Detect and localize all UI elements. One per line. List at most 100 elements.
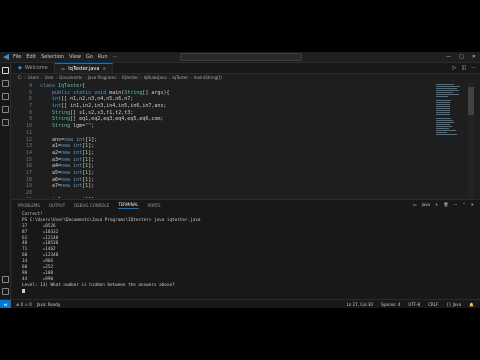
new-terminal-icon[interactable]: +	[435, 202, 438, 207]
breadcrumb: C: › Users › User › Documents › Java Programs › IQ…	[12, 74, 480, 82]
menu-go[interactable]: Go	[86, 54, 93, 60]
minimap-line	[436, 126, 452, 127]
panel-tab-terminal[interactable]: TERMINAL	[118, 202, 139, 209]
panel-tab-problems[interactable]: PROBLEMS	[18, 203, 40, 208]
terminal-output[interactable]: Correct! PS C:\Users\User\Documents\Java …	[12, 210, 480, 294]
source-control-icon[interactable]	[1, 93, 9, 100]
language-mode[interactable]: {} Java	[446, 302, 461, 307]
minimap-line	[436, 84, 454, 85]
code-line[interactable]: 17 a5=new int[1];	[12, 170, 440, 177]
minimize-icon[interactable]: —	[446, 54, 451, 60]
scrollbar-thumb[interactable]	[468, 87, 474, 115]
close-tab-icon[interactable]: ✕	[102, 66, 105, 71]
code-line[interactable]: 21 in1=new int[1];	[12, 197, 440, 198]
editor-scrollbar[interactable]	[468, 83, 474, 198]
code-line[interactable]: 18 a6=new int[1];	[12, 177, 440, 184]
minimap-line	[436, 96, 448, 97]
tab-iqtester-java[interactable]: ☕ IqTester.java ✕	[54, 63, 113, 73]
tab-welcome[interactable]: ◆ Welcome	[12, 63, 55, 73]
encoding[interactable]: UTF-8	[408, 302, 420, 307]
java-status[interactable]: Java: Ready	[37, 302, 61, 307]
code-line[interactable]: 14 a2=new int[1];	[12, 150, 440, 157]
breadcrumb-item[interactable]: C:	[18, 75, 22, 80]
breadcrumb-item[interactable]: IqTester	[172, 75, 188, 80]
java-icon: ☕	[60, 65, 66, 72]
code-editor[interactable]: 4 class IqTester{5 public static void mai…	[12, 83, 440, 198]
code-line[interactable]: 19 a7=new int[1];	[12, 183, 440, 190]
line-number: 15	[25, 156, 32, 163]
menu-selection[interactable]: Selection	[41, 54, 64, 60]
menu-more[interactable]: ···	[113, 54, 118, 60]
panel-tabs: PROBLEMS OUTPUT DEBUG CONSOLE TERMINAL P…	[12, 200, 480, 210]
close-panel-icon[interactable]: ✕	[471, 202, 474, 207]
breadcrumb-separator-icon: ›	[55, 75, 58, 80]
breadcrumb-item[interactable]: User	[45, 75, 54, 80]
cursor-position[interactable]: Ln 27, Col 30	[347, 302, 373, 307]
maximize-icon[interactable]: □	[459, 54, 464, 60]
menu-edit[interactable]: Edit	[26, 54, 36, 60]
run-icon[interactable]: ▷	[453, 65, 457, 71]
panel-tab-ports[interactable]: PORTS	[148, 203, 161, 208]
code-line[interactable]: 15 a3=new int[1];	[12, 157, 440, 164]
breadcrumb-item[interactable]: Users	[28, 75, 39, 80]
terminal-name[interactable]: java	[422, 202, 430, 207]
gear-icon[interactable]	[1, 288, 9, 295]
split-editor-icon[interactable]: ◫	[461, 65, 466, 71]
code-line[interactable]: 8 String[] s1,s2,s3,t1,t2,t3;	[12, 110, 440, 117]
line-number: 6	[28, 96, 32, 103]
breadcrumb-separator-icon: ›	[40, 75, 43, 80]
indentation[interactable]: Spaces: 4	[381, 302, 400, 307]
more-actions-icon[interactable]: ···	[471, 65, 476, 71]
title-bar: File Edit Selection View Go Run ··· — □ …	[0, 52, 480, 63]
panel-tab-debug-console[interactable]: DEBUG CONSOLE	[74, 203, 109, 208]
bell-icon[interactable]: 🔔	[469, 302, 474, 307]
run-debug-icon[interactable]	[1, 106, 9, 113]
problems-status[interactable]: ⊗ 0 ⚠ 0	[16, 302, 32, 307]
extensions-icon[interactable]	[1, 119, 9, 126]
breadcrumb-item[interactable]: main(String[])	[194, 75, 222, 80]
menu-view[interactable]: View	[69, 54, 81, 60]
code-text: String[] eq1,eq2,eq3,eq4,eq5,eq6,com;	[52, 116, 164, 123]
breadcrumb-item[interactable]: IQtester	[122, 75, 138, 80]
maximize-panel-icon[interactable]: ⌃	[462, 202, 465, 207]
line-number: 9	[28, 116, 32, 123]
minimap-line	[436, 102, 450, 103]
command-center-search[interactable]	[180, 53, 302, 61]
code-text: in1=new int[1];	[40, 197, 97, 198]
code-line[interactable]: 9 String[] eq1,eq2,eq3,eq4,eq5,eq6,com;	[12, 116, 440, 123]
account-icon[interactable]	[1, 276, 9, 283]
breadcrumb-separator-icon: ›	[168, 75, 171, 80]
breadcrumb-item[interactable]: Documents	[59, 75, 82, 80]
minimap-line	[436, 132, 448, 133]
code-line[interactable]: 12 ans=new int[1];	[12, 137, 440, 144]
menu-run[interactable]: Run	[98, 54, 108, 60]
tab-label: IqTester.java	[68, 65, 100, 72]
panel-tab-output[interactable]: OUTPUT	[49, 203, 65, 208]
minimap[interactable]	[436, 83, 466, 198]
code-line[interactable]: 4 class IqTester{	[12, 83, 440, 90]
breadcrumb-item[interactable]: Java Programs	[88, 75, 117, 80]
explorer-icon[interactable]	[1, 67, 9, 74]
menu-file[interactable]: File	[13, 54, 21, 60]
minimap-line	[436, 104, 450, 105]
close-icon[interactable]: ✕	[472, 54, 476, 60]
code-line[interactable]: 20	[12, 190, 440, 197]
code-line[interactable]: 7 int[] in1,in2,in3,in4,in5,in6,in7,ans;	[12, 103, 440, 110]
breadcrumb-item[interactable]: IqRulesJava	[144, 75, 167, 80]
code-line[interactable]: 6 int[] n1,n2,n3,n4,n5,n6,n7;	[12, 96, 440, 103]
code-line[interactable]: 5 public static void main(String[] args)…	[12, 90, 440, 97]
window-controls: — □ ✕	[446, 54, 476, 60]
minimap-line	[436, 118, 451, 119]
code-line[interactable]: 13 a1=new int[1];	[12, 143, 440, 150]
code-line[interactable]: 10 String lgm="";	[12, 123, 440, 130]
terminal-prompt[interactable]	[22, 288, 480, 295]
line-ending[interactable]: CRLF	[428, 302, 438, 307]
code-line[interactable]: 11	[12, 130, 440, 137]
trash-icon[interactable]: 🗑	[443, 202, 448, 207]
remote-icon[interactable]: ⋈	[0, 300, 11, 308]
line-number: 13	[25, 143, 32, 150]
more-actions-icon[interactable]: ···	[453, 202, 457, 207]
search-icon[interactable]	[1, 80, 9, 87]
code-text: public static void main(String[] args){	[52, 89, 170, 96]
code-line[interactable]: 16 a4=new int[1];	[12, 163, 440, 170]
